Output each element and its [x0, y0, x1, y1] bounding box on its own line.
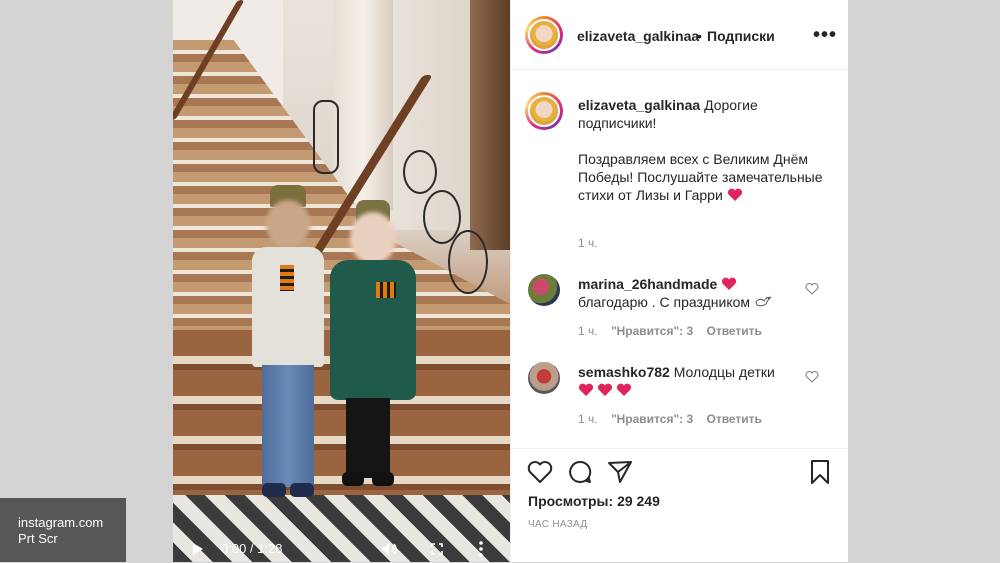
railing-ornament — [448, 230, 488, 294]
caption-body: Поздравляем всех с Великим Днём Победы! … — [578, 151, 823, 203]
header-username[interactable]: elizaveta_galkinaa — [577, 28, 699, 44]
heart-emoji-icon — [578, 383, 594, 396]
play-icon[interactable] — [193, 543, 203, 555]
views-count[interactable]: Просмотры: 29 249 — [528, 493, 660, 509]
heart-emoji-icon — [722, 277, 737, 290]
video-more-icon[interactable] — [478, 540, 484, 558]
heart-emoji-icon — [727, 188, 742, 201]
comment-meta: 1 ч. "Нравится": 3 Ответить — [578, 412, 772, 426]
post-caption: elizaveta_galkinaa Дорогие подписчики! П… — [578, 96, 828, 222]
comment-username[interactable]: semashko782 — [578, 364, 670, 380]
comment-meta: 1 ч. "Нравится": 3 Ответить — [578, 324, 772, 338]
caption-username[interactable]: elizaveta_galkinaa — [578, 97, 700, 113]
like-comment-icon[interactable] — [805, 283, 819, 295]
st-george-ribbon — [280, 265, 294, 291]
caption-timestamp: 1 ч. — [578, 236, 598, 250]
volume-icon[interactable] — [381, 542, 399, 556]
reply-button[interactable]: Ответить — [706, 324, 761, 338]
comment-body: Молодцы детки — [673, 364, 775, 380]
following-button[interactable]: Подписки — [707, 28, 775, 44]
views-value: 29 249 — [617, 493, 660, 509]
comment-text: semashko782 Молодцы детки — [578, 363, 798, 399]
comment-likes[interactable]: "Нравится": 3 — [611, 412, 693, 426]
share-icon[interactable] — [607, 459, 633, 485]
comment-timestamp: 1 ч. — [578, 324, 598, 338]
post-side-panel: elizaveta_galkinaa • Подписки ••• elizav… — [510, 0, 848, 562]
background-doorway — [470, 0, 510, 250]
caption-avatar[interactable] — [525, 92, 563, 130]
comment-likes[interactable]: "Нравится": 3 — [611, 324, 693, 338]
avatar[interactable] — [525, 16, 563, 54]
video-time: 0:00 / 1:28 — [221, 541, 283, 556]
heart-emoji-icon — [616, 383, 632, 396]
like-comment-icon[interactable] — [805, 371, 819, 383]
watermark: instagram.com Prt Scr — [0, 498, 126, 562]
comment-username[interactable]: marina_26handmade — [578, 276, 717, 292]
comment-body: благодарю . С праздником — [578, 294, 751, 310]
comment-timestamp: 1 ч. — [578, 412, 598, 426]
more-options-icon[interactable]: ••• — [813, 24, 837, 47]
heart-emoji-icon — [597, 383, 613, 396]
child-girl — [328, 200, 418, 490]
reply-button[interactable]: Ответить — [706, 412, 761, 426]
watermark-site: instagram.com — [18, 515, 104, 530]
header-separator: • — [697, 28, 702, 44]
fullscreen-icon[interactable] — [431, 543, 443, 555]
save-bookmark-icon[interactable] — [807, 459, 833, 485]
post-actions: Просмотры: 29 249 ЧАС НАЗАД — [511, 448, 848, 563]
post-date[interactable]: ЧАС НАЗАД — [528, 519, 587, 530]
post-header: elizaveta_galkinaa • Подписки ••• — [511, 0, 848, 70]
st-george-ribbon — [376, 282, 396, 298]
comment-avatar[interactable] — [528, 274, 560, 306]
watermark-tag: Prt Scr — [18, 531, 58, 546]
post-video[interactable] — [173, 0, 510, 562]
railing-ornament — [403, 150, 437, 194]
views-label: Просмотры: — [528, 493, 614, 509]
child-boy — [248, 185, 328, 505]
comment-text: marina_26handmade благодарю . С праздник… — [578, 275, 798, 311]
comment-avatar[interactable] — [528, 362, 560, 394]
video-controls: 0:00 / 1:28 — [173, 536, 510, 562]
dove-emoji-icon — [755, 296, 772, 307]
comment-icon[interactable] — [567, 459, 593, 485]
railing-ornament — [313, 100, 339, 174]
like-heart-icon[interactable] — [527, 459, 553, 485]
